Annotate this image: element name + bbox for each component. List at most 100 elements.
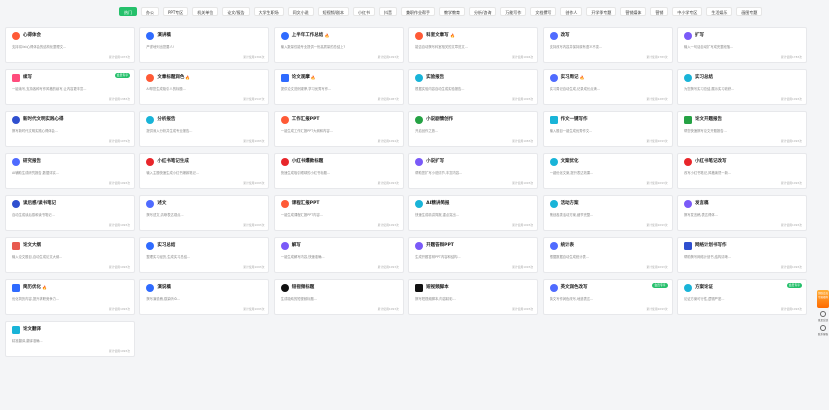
tab-item[interactable]: 同文小说 bbox=[287, 7, 314, 16]
feedback-button[interactable]: 意见反馈 bbox=[817, 311, 829, 322]
tool-card[interactable]: 文案优化 一键优化文案,提升表达效果... 累计使用1093次 bbox=[542, 153, 673, 189]
tool-card[interactable]: 实验报告 根据实验内容自动生成实验报告... 累计使用1093次 bbox=[408, 69, 539, 105]
tool-card[interactable]: 活动方案 策划各类活动方案,细节完整... 累计使用1093次 bbox=[542, 195, 673, 231]
card-description: 根据实验内容自动生成实验报告... bbox=[415, 87, 465, 91]
tool-card[interactable]: 续写 会员专享 一键续写,支持各种写作风格的续写,让内容更丰富... 累计使用1383… bbox=[5, 69, 135, 105]
tool-card[interactable]: AI精讲简报 快速生成精讲简报,重点突出... 累计使用1093次 bbox=[408, 195, 539, 231]
usage-count: 累计使用1547次 bbox=[243, 97, 265, 101]
card-title: 小红书笔记改写 bbox=[694, 159, 727, 164]
feedback-icon bbox=[820, 311, 826, 317]
tool-card[interactable]: 新时代文明实践心得 撰写新时代文明实践心得体会... 累计使用1079次 bbox=[5, 111, 135, 147]
tool-card[interactable]: 演说稿 撰写演说稿,感染听众... 累计使用1093次 bbox=[139, 279, 270, 315]
tool-card[interactable]: 发言稿 撰写发言稿,表达得体... 累计使用1093次 bbox=[676, 195, 807, 231]
xhs-icon bbox=[146, 158, 155, 166]
tool-card[interactable]: 简历优化 🔥 优化简历内容,提升求职竞争力... 累计使用1093次 bbox=[5, 279, 135, 315]
usage-count: 累计使用1093次 bbox=[646, 139, 668, 143]
flask-icon bbox=[415, 74, 424, 82]
usage-count: 累计使用1093次 bbox=[377, 265, 399, 269]
card-title: 发言稿 bbox=[694, 201, 709, 206]
expand-icon bbox=[683, 32, 692, 40]
tab-item[interactable]: 中小学专区 bbox=[672, 7, 703, 16]
card-title: 英文润色改写 bbox=[560, 285, 588, 290]
tool-card[interactable]: 短视频标题 生成吸睛的短视频标题... 累计使用1093次 bbox=[273, 279, 404, 315]
card-title: 上半年工作总结 bbox=[291, 33, 324, 38]
service-button[interactable]: 联系客服 bbox=[817, 325, 829, 336]
tool-card[interactable]: 开题答辩PPT 生成开题答辩PPT内容和结构... 累计使用1093次 bbox=[408, 237, 539, 273]
usage-count: 累计使用1093次 bbox=[108, 181, 130, 185]
tool-card[interactable]: 工作汇报PPT 一键生成工作汇报PPT大纲和内容... 累计使用1094次 bbox=[273, 111, 404, 147]
tool-card[interactable]: 改写 支持改写内容并保持原有语义不变... 累计使用1783次 bbox=[542, 27, 673, 63]
card-description: 快速生成吸引眼球的小红书标题... bbox=[280, 171, 331, 175]
tool-card[interactable]: 读后感/读书笔记 自动生成读后感和读书笔记... 累计使用1093次 bbox=[5, 195, 135, 231]
outline-icon bbox=[12, 242, 20, 250]
tab-item[interactable]: 办公 bbox=[141, 7, 159, 16]
tab-item[interactable]: PPT专区 bbox=[163, 7, 189, 16]
tool-card[interactable]: 方案论证 会员专享 论证方案可行性,逻辑严密... 累计使用1093次 bbox=[676, 279, 807, 315]
tab-item[interactable]: 营销 bbox=[650, 7, 669, 16]
tool-card[interactable]: 小红书笔记改写 改写小红书笔记,风格焕然一新... 累计使用1093次 bbox=[676, 153, 807, 189]
tool-card[interactable]: 心得体会 支持将list心得体会的结构化整理文... 累计使用1073次 bbox=[5, 27, 135, 63]
tool-card[interactable]: 实习总结 整理实习经历,生成实习总结... 累计使用1093次 bbox=[139, 237, 270, 273]
novel-icon bbox=[415, 158, 424, 166]
tool-card[interactable]: 网络计划书写作 帮助撰写网络计划书,结构清晰... 累计使用1093次 bbox=[676, 237, 807, 273]
tab-item[interactable]: 分析/咨询 bbox=[469, 7, 497, 16]
tool-card[interactable]: 小说剧情创作 开启创作之旅... 累计使用1083次 bbox=[408, 111, 539, 147]
tool-card[interactable]: 统计表 根据数据自动生成统计表... 累计使用1093次 bbox=[542, 237, 673, 273]
card-title: 科室文章写 bbox=[426, 33, 449, 38]
tool-card[interactable]: 论文大纲 输入论文题目,自动生成论文大纲... 累计使用1093次 bbox=[5, 237, 135, 273]
tool-card[interactable]: 课程汇报PPT 一键生成课程汇报PPT内容... 累计使用1093次 bbox=[273, 195, 404, 231]
promo-banner[interactable]: 领取会员专属福利 bbox=[817, 290, 829, 308]
tab-item[interactable]: 热门 bbox=[119, 7, 137, 16]
tab-item[interactable]: 营销媒体 bbox=[620, 7, 647, 16]
tool-card[interactable]: 小红书笔记生成 输入主题快速生成小红书爆款笔记... 累计使用1093次 bbox=[139, 153, 270, 189]
paper-icon bbox=[683, 116, 692, 124]
tool-card-grid: 心得体会 支持将list心得体会的结构化整理文... 累计使用1073次 演讲稿 严谨地… bbox=[5, 27, 807, 357]
usage-count: 累计使用1083次 bbox=[512, 139, 534, 143]
tool-card[interactable]: 解写 一键生成解写内容,快速准确... 累计使用1093次 bbox=[273, 237, 404, 273]
tool-card[interactable]: 论文翻译 精准翻译,翻译准确... 累计使用1093次 bbox=[5, 321, 135, 357]
story-icon bbox=[415, 116, 424, 124]
tab-item[interactable]: 兼职作业帮手 bbox=[401, 7, 435, 16]
tool-card[interactable]: 论文开题报告 帮您快速撰写论文开题报告... 累计使用1093次 bbox=[676, 111, 807, 147]
tab-item[interactable]: 生活娱乐 bbox=[706, 7, 733, 16]
tool-card[interactable]: 文章标题润色 🔥 AI帮您生成吸引人的标题... 累计使用1547次 bbox=[139, 69, 270, 105]
usage-count: 累计使用1093次 bbox=[512, 223, 534, 227]
tool-card[interactable]: 上半年工作总结 🔥 输入数量仅能专业提供一份高质量的总结上? 累计使用1093次 bbox=[273, 27, 404, 63]
proof-icon bbox=[683, 284, 692, 292]
tool-card[interactable]: 小红书爆款标题 快速生成吸引眼球的小红书标题... 累计使用1093次 bbox=[273, 153, 404, 189]
tab-item[interactable]: 小红书 bbox=[353, 7, 375, 16]
category-tabs: 热门 办公 PPT专区 机关单位 论文/报告 大学生职场 同文小说 短视频/剧本 小红书 抖音 兼职… bbox=[119, 7, 763, 18]
card-description: 支持改写内容并保持原有语义不变... bbox=[549, 45, 603, 49]
tool-card[interactable]: 英文润色改写 会员专享 英文写作润色改写,地道表达... 累计使用1093次 bbox=[542, 279, 673, 315]
tool-card[interactable]: 小说扩写 帮助您扩写小说情节,丰富内容... 累计使用1093次 bbox=[408, 153, 539, 189]
tool-card[interactable]: 分析报告 提供深入分析并生成专业报告... 累计使用1083次 bbox=[139, 111, 270, 147]
tool-card[interactable]: 作文一键写作 输入题目一键生成优秀作文... 累计使用1093次 bbox=[542, 111, 673, 147]
card-description: 为您撰写实习总结,展示实习收获... bbox=[683, 87, 735, 91]
tab-item[interactable]: 抖音 bbox=[379, 7, 397, 16]
tool-card[interactable]: 扩写 输入一句话自动扩写成完整段落... 累计使用1783次 bbox=[676, 27, 807, 63]
tool-card[interactable]: 演讲稿 严谨地列出您要人! 累计使用1394次 bbox=[139, 27, 270, 63]
tab-item[interactable]: 机关单位 bbox=[192, 7, 219, 16]
tool-card[interactable]: 实习总结 为您撰写实习总结,展示实习收获... 累计使用1093次 bbox=[676, 69, 807, 105]
card-title: 续写 bbox=[23, 75, 32, 80]
tool-card[interactable]: 科室文章写 🔥 能否自动撰写科室相关的文章范文... 累计使用1094次 bbox=[408, 27, 539, 63]
tool-card[interactable]: 短视频脚本 撰写短视频脚本,内容精彩... 累计使用1093次 bbox=[408, 279, 539, 315]
tab-item[interactable]: 文档撰写 bbox=[530, 7, 557, 16]
tool-card[interactable]: 述文 撰写述文,清晰表达观点... 累计使用1093次 bbox=[139, 195, 270, 231]
headset-icon bbox=[820, 325, 826, 331]
tool-card[interactable]: 实习周记 🔥 实习周记自动生成,记录成长点滴... 累计使用1283次 bbox=[542, 69, 673, 105]
tab-item[interactable]: 大学生职场 bbox=[253, 7, 284, 16]
tab-item[interactable]: 画图专题 bbox=[736, 7, 763, 16]
card-description: 提供论文范例观摩,学习优秀写作... bbox=[280, 87, 332, 91]
tab-item[interactable]: 教学教育 bbox=[439, 7, 465, 16]
usage-count: 累计使用1093次 bbox=[780, 265, 802, 269]
tab-item[interactable]: 创作人 bbox=[560, 7, 583, 16]
tool-card[interactable]: 论文观摩 🔥 提供论文范例观摩,学习优秀写作... 累计使用1087次 bbox=[273, 69, 404, 105]
tab-item[interactable]: 短视频/剧本 bbox=[317, 7, 349, 16]
usage-count: 累计使用1383次 bbox=[108, 97, 130, 101]
card-title: AI精讲简报 bbox=[426, 201, 450, 206]
tab-item[interactable]: 开学季专题 bbox=[586, 7, 617, 16]
tool-card[interactable]: 研究报告 AI辅助生成研究报告,数据详实... 累计使用1093次 bbox=[5, 153, 135, 189]
tab-item[interactable]: 万能写作 bbox=[500, 7, 527, 16]
tab-item[interactable]: 论文/报告 bbox=[222, 7, 250, 16]
